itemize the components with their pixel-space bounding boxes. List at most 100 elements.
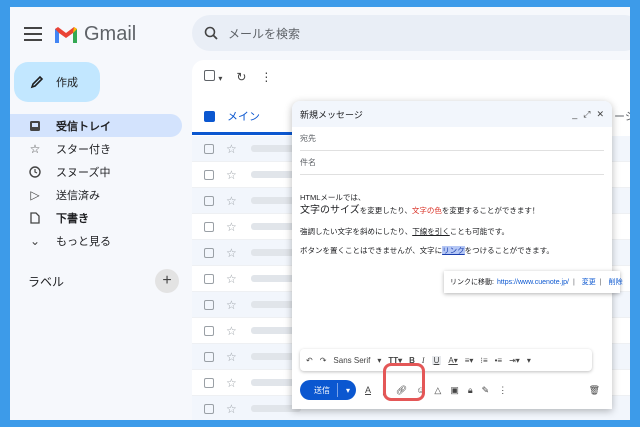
formatting-options-icon[interactable]: A	[365, 385, 371, 395]
body-text: ボタンを置くことはできませんが、文字に	[300, 246, 443, 255]
compose-header: 新規メッセージ _ ⤢ ✕	[292, 101, 612, 127]
sidebar-item-starred[interactable]: ☆ スター付き	[10, 137, 182, 160]
caret-down-icon[interactable]: ▾	[218, 74, 222, 83]
more-vert-icon[interactable]: ⋮	[260, 70, 272, 84]
body-line: 強調したい文字を斜めにしたり、下線を引くことも可能です。	[300, 227, 604, 238]
star-icon[interactable]: ☆	[226, 194, 237, 208]
link-url[interactable]: https://www.cuenote.jp/	[497, 279, 569, 286]
close-icon[interactable]: ✕	[596, 109, 604, 120]
menu-icon[interactable]	[24, 27, 42, 41]
body-text-underline: 下線を引く	[412, 226, 450, 236]
row-checkbox[interactable]	[204, 143, 214, 154]
refresh-icon[interactable]: ↻	[236, 70, 246, 84]
underline-icon[interactable]: U	[431, 355, 442, 365]
body-text: を変更することができます！	[441, 205, 540, 215]
divider: |	[599, 278, 602, 286]
subject-field[interactable]: 件名	[300, 151, 604, 175]
star-icon[interactable]: ☆	[226, 324, 237, 338]
font-select[interactable]: Sans Serif	[333, 356, 370, 365]
search-bar[interactable]: メールを検索	[192, 15, 630, 51]
sidebar-item-snoozed[interactable]: スヌーズ中	[10, 160, 182, 183]
caret-down-icon[interactable]: ▾	[377, 356, 381, 365]
expand-icon[interactable]: ⤢	[583, 109, 590, 120]
link-change-button[interactable]: 変更	[582, 277, 596, 287]
minimize-icon[interactable]: _	[572, 109, 577, 120]
sidebar-item-label: スター付き	[56, 143, 111, 156]
more-options-icon[interactable]: ⋮	[498, 385, 507, 396]
to-field[interactable]: 宛先	[300, 127, 604, 151]
drive-icon[interactable]: △	[434, 385, 441, 396]
inbox-icon	[28, 119, 42, 133]
lock-icon[interactable]: 🔒︎	[468, 385, 473, 396]
gmail-window: Gmail 作成 受信トレイ ☆ スター付き スヌーズ中 ▷ 送信済み 下書き …	[10, 7, 630, 420]
compose-bottom-bar: 送信 ▾ A ⎪ 🔗︎ ☺ △ ▣ 🔒︎ ✎ ⋮ 🗑︎	[300, 379, 600, 401]
draft-icon	[28, 211, 42, 225]
star-icon[interactable]: ☆	[226, 168, 237, 182]
row-checkbox[interactable]	[204, 299, 214, 310]
gmail-m-icon	[55, 26, 77, 43]
row-checkbox[interactable]	[204, 273, 214, 284]
tab-primary[interactable]: メイン	[204, 108, 260, 124]
sidebar-item-drafts[interactable]: 下書き	[10, 206, 182, 229]
row-checkbox[interactable]	[204, 377, 214, 388]
formatting-toolbar: ↶ ↷ Sans Serif ▾ TT▾ B I U A▾ ≡▾ ⁝≡ •≡ ⇥…	[300, 349, 592, 371]
link-popup-prefix: リンクに移動:	[450, 279, 494, 286]
row-checkbox[interactable]	[204, 195, 214, 206]
numbered-list-icon[interactable]: ⁝≡	[480, 356, 487, 365]
star-icon[interactable]: ☆	[226, 142, 237, 156]
add-label-button[interactable]: +	[155, 269, 179, 293]
body-line: HTMLメールでは、 文字のサイズを変更したり、文字の色を変更することができます…	[300, 193, 604, 218]
send-options-icon[interactable]: ▾	[346, 386, 350, 395]
star-icon[interactable]: ☆	[226, 350, 237, 364]
plus-icon: +	[162, 272, 172, 289]
gmail-logo[interactable]: Gmail	[54, 23, 136, 46]
star-icon[interactable]: ☆	[226, 246, 237, 260]
tab-indicator	[192, 132, 292, 135]
image-icon[interactable]: ▣	[450, 385, 459, 396]
more-format-icon[interactable]: ▾	[527, 356, 531, 365]
compose-body[interactable]: HTMLメールでは、 文字のサイズを変更したり、文字の色を変更することができます…	[292, 193, 612, 257]
trash-icon[interactable]: 🗑︎	[589, 385, 600, 396]
body-link-selected[interactable]: リンク	[442, 246, 465, 255]
send-button[interactable]: 送信 ▾	[300, 380, 356, 400]
row-checkbox[interactable]	[204, 169, 214, 180]
link-remove-button[interactable]: 削除	[609, 277, 623, 287]
sidebar-item-label: 送信済み	[56, 189, 100, 202]
bulleted-list-icon[interactable]: •≡	[495, 356, 502, 365]
row-checkbox[interactable]	[204, 325, 214, 336]
search-icon[interactable]	[204, 26, 218, 40]
sidebar-item-more[interactable]: ⌄ もっと見る	[10, 229, 182, 252]
divider: |	[572, 278, 575, 286]
row-checkbox[interactable]	[204, 351, 214, 362]
body-text: をつけることができます。	[464, 246, 554, 255]
text-color-icon[interactable]: A▾	[448, 356, 457, 365]
align-icon[interactable]: ≡▾	[465, 356, 474, 365]
star-icon[interactable]: ☆	[226, 272, 237, 286]
row-checkbox[interactable]	[204, 221, 214, 232]
star-icon[interactable]: ☆	[226, 298, 237, 312]
indent-icon[interactable]: ⇥▾	[509, 356, 520, 365]
undo-icon[interactable]: ↶	[306, 356, 313, 365]
italic-icon[interactable]: I	[422, 356, 425, 365]
search-input[interactable]: メールを検索	[228, 25, 300, 42]
compose-button[interactable]: 作成	[14, 62, 100, 102]
star-icon[interactable]: ☆	[226, 402, 237, 416]
body-text: HTMLメールでは、	[300, 193, 366, 202]
star-icon[interactable]: ☆	[226, 376, 237, 390]
redo-icon[interactable]: ↷	[320, 356, 327, 365]
star-icon[interactable]: ☆	[226, 220, 237, 234]
row-checkbox[interactable]	[204, 247, 214, 258]
body-text-large: 文字のサイズ	[300, 204, 360, 216]
sidebar-item-inbox[interactable]: 受信トレイ	[10, 114, 182, 137]
pencil-icon	[30, 75, 44, 89]
tab-social-partial[interactable]: ーシ	[614, 108, 630, 124]
send-label: 送信	[314, 385, 330, 395]
chevron-down-icon: ⌄	[29, 233, 41, 248]
select-all-checkbox[interactable]: ▾	[204, 70, 222, 84]
clock-icon	[28, 165, 42, 179]
body-text: を変更したり、	[359, 205, 412, 215]
sidebar-item-sent[interactable]: ▷ 送信済み	[10, 183, 182, 206]
row-checkbox[interactable]	[204, 403, 214, 414]
signature-icon[interactable]: ✎	[482, 385, 490, 396]
compose-window-controls: _ ⤢ ✕	[572, 109, 604, 120]
